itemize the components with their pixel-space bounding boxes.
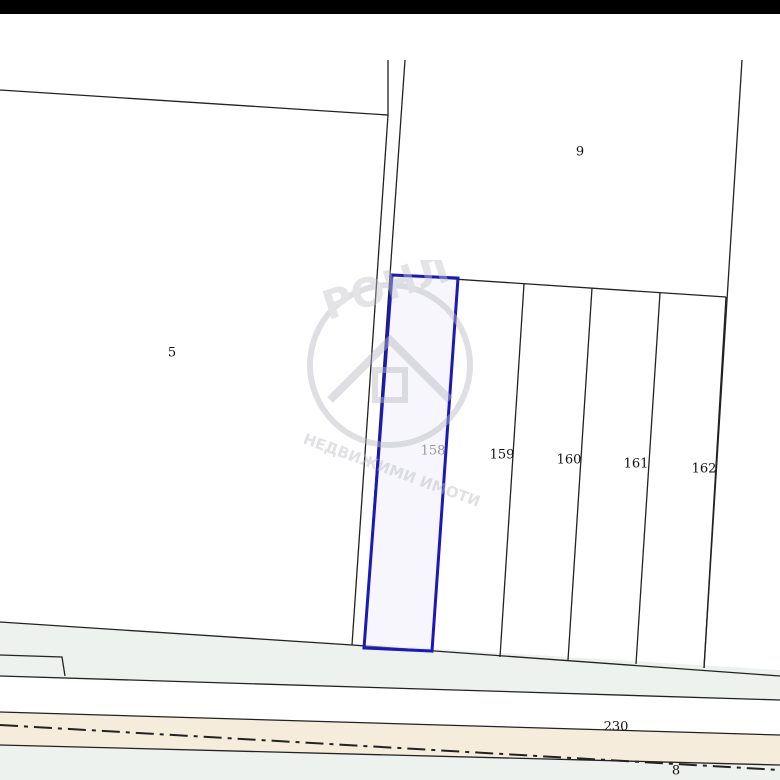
parcel-5-boundary (0, 60, 389, 116)
parcel-label-9: 9 (575, 144, 585, 160)
parcel-label-158: 158 (420, 443, 446, 459)
cadastral-map: РОНЛ НЕДВИЖИМИ ИМОТИ 5 9 158 159 160 161… (0, 0, 780, 780)
parcel-label-160: 160 (556, 452, 582, 468)
parcel-label-8: 8 (671, 763, 681, 779)
parcel-label-230: 230 (603, 719, 629, 735)
map-canvas (0, 59, 780, 780)
parcel-label-162: 162 (691, 461, 717, 477)
parcel-label-161: 161 (623, 456, 649, 472)
parcel-162-right-divider (703, 296, 727, 669)
selected-parcel-outline[interactable] (362, 273, 460, 653)
parcel-label-5: 5 (167, 345, 177, 361)
parcel-label-159: 159 (489, 447, 515, 463)
parcel-161-162-divider (635, 292, 661, 665)
parcel-159-160-divider (499, 283, 525, 658)
parcel-160-161-divider (567, 287, 593, 661)
